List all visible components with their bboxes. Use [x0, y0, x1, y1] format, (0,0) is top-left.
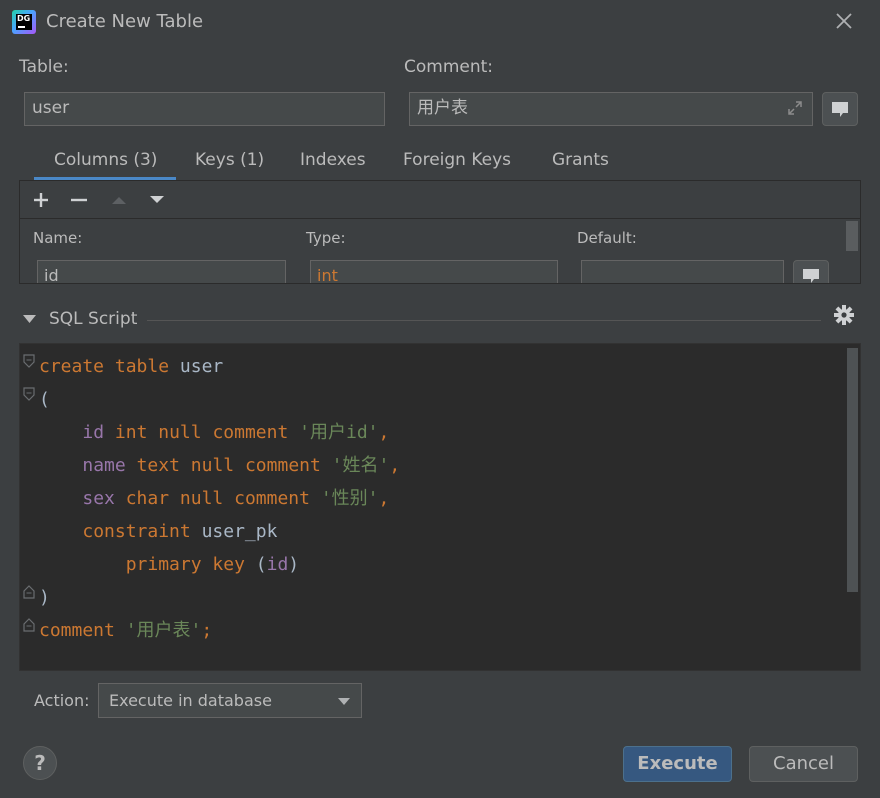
execute-button[interactable]: Execute: [623, 746, 732, 782]
tab-foreign-keys[interactable]: Foreign Keys: [403, 150, 511, 170]
sql-line: id int null comment '用户id',: [82, 422, 390, 443]
close-icon[interactable]: [834, 11, 854, 31]
speech-bubble-icon: [832, 102, 848, 117]
speech-bubble-icon: [803, 269, 819, 283]
editor-scrollbar[interactable]: [847, 348, 858, 592]
expand-icon[interactable]: [786, 99, 804, 117]
column-name-label: Name:: [33, 229, 83, 247]
column-type-label: Type:: [306, 229, 346, 247]
tab-indexes[interactable]: Indexes: [300, 150, 366, 170]
fold-marker-icon[interactable]: [23, 585, 35, 599]
move-down-icon[interactable]: [148, 191, 166, 209]
editor-gutter: [20, 344, 36, 670]
datagrip-app-icon: DG: [12, 10, 36, 34]
gear-icon[interactable]: [833, 304, 855, 326]
action-label: Action:: [34, 691, 90, 710]
comment-bubble-button[interactable]: [822, 92, 858, 126]
column-default-label: Default:: [577, 229, 637, 247]
add-icon[interactable]: [32, 191, 50, 209]
sql-line: comment '用户表';: [39, 620, 213, 641]
collapse-triangle-icon[interactable]: [23, 315, 36, 324]
columns-scrollbar[interactable]: [846, 221, 858, 251]
tab-grants[interactable]: Grants: [552, 150, 609, 170]
tab-columns[interactable]: Columns (3): [54, 150, 157, 170]
comment-label: Comment:: [404, 57, 494, 77]
table-name-input[interactable]: user: [24, 92, 385, 126]
title-bar: DG Create New Table: [0, 0, 880, 44]
sql-script-header[interactable]: SQL Script: [19, 305, 861, 335]
chevron-down-icon: [338, 698, 350, 705]
dialog-title: Create New Table: [46, 11, 204, 32]
remove-icon[interactable]: [70, 191, 88, 209]
table-label: Table:: [19, 57, 69, 77]
fold-marker-icon[interactable]: [23, 354, 35, 368]
comment-input-value: 用户表: [417, 98, 468, 118]
columns-panel: Name: Type: Default: id int: [19, 180, 861, 284]
sql-line: ): [39, 587, 50, 608]
sql-editor[interactable]: create table user ( id int null comment '…: [19, 343, 861, 671]
sql-line: constraint user_pk: [82, 521, 278, 542]
cancel-button[interactable]: Cancel: [749, 746, 858, 782]
fold-marker-icon[interactable]: [23, 387, 35, 401]
column-name-input[interactable]: id: [37, 260, 286, 283]
action-select-value: Execute in database: [109, 691, 272, 710]
sql-line: create table user: [39, 356, 224, 377]
sql-code[interactable]: create table user ( id int null comment '…: [39, 350, 400, 647]
sql-line: name text null comment '姓名',: [82, 455, 401, 476]
columns-toolbar: [20, 181, 860, 219]
sql-script-label: SQL Script: [49, 309, 138, 329]
fold-marker-icon[interactable]: [23, 618, 35, 632]
action-select[interactable]: Execute in database: [98, 683, 362, 718]
sql-line: sex char null comment '性别',: [82, 488, 390, 509]
column-type-input[interactable]: int: [310, 260, 558, 283]
sql-line: (: [39, 389, 50, 410]
tab-keys[interactable]: Keys (1): [195, 150, 264, 170]
column-default-input[interactable]: [581, 260, 784, 283]
sql-line: primary key (id): [125, 554, 300, 575]
comment-input[interactable]: 用户表: [409, 92, 813, 126]
section-divider: [147, 320, 821, 321]
column-comment-button[interactable]: [793, 260, 829, 283]
move-up-icon[interactable]: [110, 191, 128, 209]
help-button[interactable]: ?: [23, 746, 57, 780]
